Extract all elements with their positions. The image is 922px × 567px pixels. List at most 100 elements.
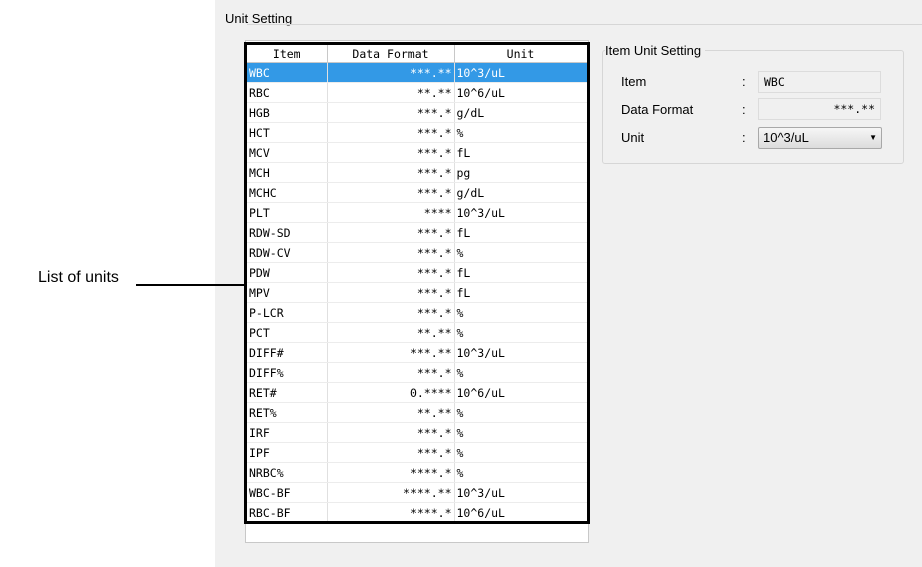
item-unit-setting-title: Item Unit Setting (605, 43, 706, 58)
row-item: MCHC (247, 182, 328, 203)
row-data-format: ***.* (327, 302, 455, 323)
row-data-format: **.** (327, 402, 455, 423)
row-item: DIFF# (247, 342, 328, 363)
column-header-item[interactable]: Item (247, 45, 328, 63)
row-unit: 10^3/uL (454, 342, 587, 363)
data-format-label: Data Format (621, 102, 694, 117)
row-data-format: ****.** (327, 482, 455, 503)
row-unit: g/dL (454, 182, 587, 203)
row-unit: 10^6/uL (454, 502, 587, 521)
row-unit: g/dL (454, 102, 587, 123)
table-row[interactable]: RBC-BF ****.* 10^6/uL (247, 502, 587, 521)
table-row[interactable]: MCH ***.* pg (247, 162, 587, 183)
row-item: RET% (247, 402, 328, 423)
row-data-format: ***.** (327, 342, 455, 363)
row-unit: % (454, 302, 587, 323)
table-row[interactable]: WBC-BF ****.** 10^3/uL (247, 482, 587, 503)
row-item: RET# (247, 382, 328, 403)
row-unit: % (454, 402, 587, 423)
row-data-format: ***.* (327, 162, 455, 183)
row-unit: % (454, 122, 587, 143)
unit-select-value: 10^3/uL (763, 130, 809, 145)
row-unit: % (454, 462, 587, 483)
callout-label: List of units (38, 269, 119, 286)
row-unit: 10^3/uL (454, 482, 587, 503)
data-format-colon: : (742, 102, 746, 117)
row-item: WBC (247, 62, 328, 83)
row-data-format: ***.* (327, 442, 455, 463)
row-item: RBC (247, 82, 328, 103)
table-row[interactable]: PCT **.**% (247, 322, 587, 343)
row-item: PDW (247, 262, 328, 283)
row-data-format: ***.* (327, 422, 455, 443)
row-item: MPV (247, 282, 328, 303)
table-row[interactable]: HCT ***.*% (247, 122, 587, 143)
row-data-format: ***.* (327, 122, 455, 143)
row-unit: 10^6/uL (454, 382, 587, 403)
callout-line (136, 284, 244, 286)
row-unit: % (454, 322, 587, 343)
row-unit: % (454, 242, 587, 263)
row-data-format: ***.* (327, 102, 455, 123)
row-unit: fL (454, 282, 587, 303)
row-data-format: ***.* (327, 142, 455, 163)
row-data-format: **.** (327, 322, 455, 343)
units-table: Item Data Format Unit WBC ***.** 10^3/uL RB… (247, 45, 587, 521)
row-data-format: ***.* (327, 182, 455, 203)
table-row[interactable]: DIFF# ***.** 10^3/uL (247, 342, 587, 363)
row-data-format: ***.* (327, 222, 455, 243)
row-item: MCH (247, 162, 328, 183)
row-item: DIFF% (247, 362, 328, 383)
unit-select[interactable]: 10^3/uL ▼ (758, 127, 882, 149)
table-row[interactable]: DIFF% ***.*% (247, 362, 587, 383)
column-header-data-format[interactable]: Data Format (327, 45, 455, 63)
table-row[interactable]: MPV ***.* fL (247, 282, 587, 303)
row-item: P-LCR (247, 302, 328, 323)
row-item: NRBC% (247, 462, 328, 483)
row-item: MCV (247, 142, 328, 163)
row-item: RDW-CV (247, 242, 328, 263)
chevron-down-icon: ▼ (869, 133, 877, 142)
table-row[interactable]: RDW-CV ***.*% (247, 242, 587, 263)
table-row[interactable]: RET# 0.**** 10^6/uL (247, 382, 587, 403)
table-row[interactable]: P-LCR ***.*% (247, 302, 587, 323)
row-data-format: ***.** (327, 62, 455, 83)
table-row[interactable]: MCV ***.* fL (247, 142, 587, 163)
table-row[interactable]: IPF ***.*% (247, 442, 587, 463)
row-data-format: ***.* (327, 362, 455, 383)
column-header-unit[interactable]: Unit (454, 45, 587, 63)
table-row[interactable]: PLT **** 10^3/uL (247, 202, 587, 223)
row-unit: fL (454, 262, 587, 283)
row-item: PLT (247, 202, 328, 223)
group-divider (247, 24, 922, 25)
row-data-format: 0.**** (327, 382, 455, 403)
table-row[interactable]: PDW ***.* fL (247, 262, 587, 283)
row-item: PCT (247, 322, 328, 343)
units-list[interactable]: Item Data Format Unit WBC ***.** 10^3/uL RB… (244, 42, 590, 524)
row-data-format: **** (327, 202, 455, 223)
unit-colon: : (742, 130, 746, 145)
item-field: WBC (758, 71, 881, 93)
table-row[interactable]: HGB ***.* g/dL (247, 102, 587, 123)
row-unit: pg (454, 162, 587, 183)
row-item: WBC-BF (247, 482, 328, 503)
unit-label: Unit (621, 130, 645, 145)
table-row[interactable]: WBC ***.** 10^3/uL (247, 62, 587, 83)
row-unit: fL (454, 142, 587, 163)
table-row[interactable]: RDW-SD ***.* fL (247, 222, 587, 243)
row-data-format: ***.* (327, 282, 455, 303)
row-item: RBC-BF (247, 502, 328, 521)
table-row[interactable]: NRBC% ****.*% (247, 462, 587, 483)
table-row[interactable]: RET% **.**% (247, 402, 587, 423)
row-unit: 10^3/uL (454, 202, 587, 223)
table-header: Item Data Format Unit (247, 45, 587, 63)
table-row[interactable]: MCHC ***.* g/dL (247, 182, 587, 203)
row-item: HGB (247, 102, 328, 123)
row-item: IPF (247, 442, 328, 463)
table-row[interactable]: RBC **.** 10^6/uL (247, 82, 587, 103)
item-label: Item (621, 74, 647, 89)
row-unit: % (454, 442, 587, 463)
row-item: RDW-SD (247, 222, 328, 243)
row-data-format: ****.* (327, 462, 455, 483)
table-row[interactable]: IRF ***.*% (247, 422, 587, 443)
